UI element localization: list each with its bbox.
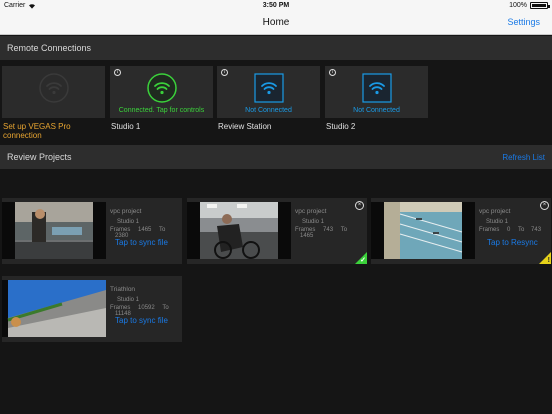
studio-name: Studio 1 — [117, 219, 140, 225]
info-icon[interactable]: i — [329, 69, 336, 76]
review-projects-header: Review Projects Refresh List — [0, 145, 552, 169]
frames-to: 743 — [531, 227, 542, 233]
remote-connections-header: Remote Connections — [0, 36, 552, 60]
frames-label: Frames — [479, 227, 500, 233]
video-thumbnail — [187, 202, 291, 259]
video-thumbnail — [2, 202, 106, 259]
frames-to-label: To — [159, 227, 166, 233]
sync-file-button[interactable]: Tap to sync file — [115, 238, 168, 247]
studio-name: Studio 1 — [302, 219, 325, 225]
wifi-off-icon — [39, 73, 69, 103]
wifi-disconnected-icon — [254, 73, 284, 103]
project-name: vpc project — [295, 208, 327, 215]
review-card[interactable]: Triathlon Studio 1 Frames 10592 To 11148… — [2, 276, 182, 342]
page-title: Home — [262, 17, 290, 28]
wifi-disconnected-icon — [362, 73, 392, 103]
sync-file-button[interactable]: Tap to sync file — [115, 316, 168, 325]
frames-to-label: To — [162, 305, 169, 311]
setup-connection-tile[interactable] — [2, 66, 105, 118]
connection-tile-studio-2[interactable]: i Not Connected — [325, 66, 428, 118]
connection-name: Studio 2 — [326, 122, 356, 131]
status-right: 100% — [509, 2, 550, 9]
resync-button[interactable]: Tap to Resync — [487, 238, 538, 247]
settings-button[interactable]: Settings — [507, 17, 540, 27]
project-name: vpc project — [110, 208, 142, 215]
refresh-list-button[interactable]: Refresh List — [502, 153, 545, 162]
frames-to-label: To — [340, 227, 348, 233]
wifi-connected-icon — [147, 73, 177, 103]
review-card[interactable]: vpc project Studio 1 Frames 743 To 1465 … — [187, 198, 367, 264]
status-bar: Carrier 3:50 PM 100% — [0, 0, 552, 12]
warning-icon: ! — [547, 257, 550, 264]
studio-name: Studio 1 — [117, 297, 140, 303]
project-name: Triathlon — [110, 286, 136, 293]
connection-status: Connected. Tap for controls — [118, 107, 205, 114]
connection-tile-studio-1[interactable]: i Connected. Tap for controls — [110, 66, 213, 118]
connection-status: Not Connected — [245, 107, 292, 114]
remote-connections-title: Remote Connections — [7, 43, 92, 53]
close-icon[interactable]: × — [540, 201, 549, 210]
setup-connection-label[interactable]: Set up VEGAS Pro connection — [3, 122, 93, 140]
checkmark-icon: ✓ — [360, 257, 366, 264]
info-icon[interactable]: i — [114, 69, 121, 76]
connection-name: Review Station — [218, 122, 272, 131]
frames-from: 0 — [507, 227, 511, 233]
video-thumbnail — [371, 202, 475, 259]
review-card[interactable]: vpc project Studio 1 Frames 0 To 743 Tap… — [371, 198, 551, 264]
connection-tile-review-station[interactable]: i Not Connected — [217, 66, 320, 118]
info-icon[interactable]: i — [221, 69, 228, 76]
frames-to: 1465 — [300, 233, 314, 239]
frames-from: 10592 — [138, 305, 155, 311]
studio-name: Studio 1 — [486, 219, 509, 225]
review-card[interactable]: vpc project Studio 1 Frames 1465 To 2380… — [2, 198, 182, 264]
frames-from: 1465 — [138, 227, 152, 233]
battery-icon — [530, 2, 550, 9]
app-window: Carrier 3:50 PM 100% Home Settings Remot… — [0, 0, 552, 414]
frames-to-label: To — [518, 227, 525, 233]
status-time: 3:50 PM — [262, 2, 290, 9]
battery-percent: 100% — [509, 2, 527, 9]
video-thumbnail — [2, 280, 106, 337]
frame-range: Frames 743 To 1465 — [295, 227, 367, 239]
project-name: vpc project — [479, 208, 511, 215]
connection-status: Not Connected — [353, 107, 400, 114]
frames-from: 743 — [323, 227, 334, 233]
review-projects-title: Review Projects — [7, 152, 72, 162]
navigation-bar: Home Settings — [0, 12, 552, 35]
battery-fill — [532, 4, 546, 7]
frame-range: Frames 0 To 743 — [479, 227, 541, 233]
close-icon[interactable]: × — [355, 201, 364, 210]
connection-name: Studio 1 — [111, 122, 141, 131]
